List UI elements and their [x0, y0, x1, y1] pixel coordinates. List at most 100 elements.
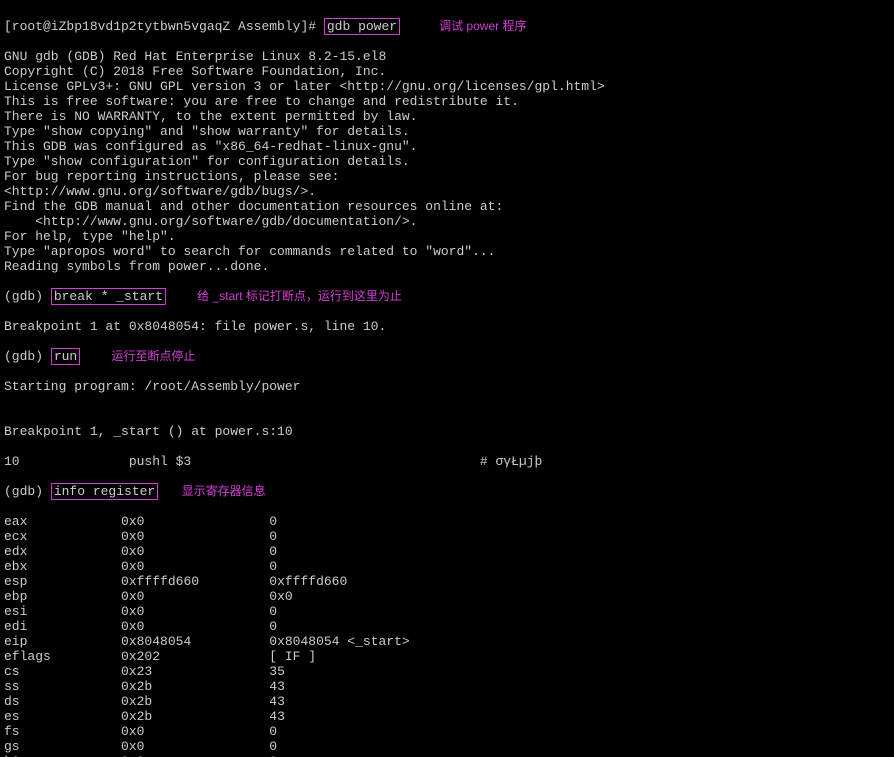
reg-hex: 0x0 — [121, 559, 269, 574]
reg-name: ds — [4, 694, 121, 709]
reg-name: cs — [4, 664, 121, 679]
bp-hit-line: Breakpoint 1, _start () at power.s:10 — [4, 424, 890, 439]
cmd-run: run — [51, 348, 80, 365]
reg-name: eip — [4, 634, 121, 649]
reg-val: 0 — [269, 604, 277, 619]
note-run: 运行至断点停止 — [111, 349, 195, 363]
intro-line: Copyright (C) 2018 Free Software Foundat… — [4, 64, 890, 79]
reg-hex: 0x0 — [121, 724, 269, 739]
intro-line: <http://www.gnu.org/software/gdb/documen… — [4, 214, 890, 229]
intro-line: GNU gdb (GDB) Red Hat Enterprise Linux 8… — [4, 49, 890, 64]
note-break: 给 _start 标记打断点，运行到这里为止 — [197, 289, 402, 303]
reg-name: ebp — [4, 589, 121, 604]
reg-name: fs — [4, 724, 121, 739]
reg-hex: 0x2b — [121, 694, 269, 709]
register-row: es 0x2b 43 — [4, 709, 890, 724]
reg-val: [ IF ] — [269, 649, 316, 664]
reg-name: ss — [4, 679, 121, 694]
reg-hex: 0x202 — [121, 649, 269, 664]
reg-name: es — [4, 709, 121, 724]
intro-line: Type "apropos word" to search for comman… — [4, 244, 890, 259]
reg-hex: 0x0 — [121, 544, 269, 559]
gdb-info-line[interactable]: (gdb) info register 显示寄存器信息 — [4, 484, 890, 499]
intro-line: Type "show configuration" for configurat… — [4, 154, 890, 169]
reg-name: eax — [4, 514, 121, 529]
register-row: ebp 0x0 0x0 — [4, 589, 890, 604]
register-row: gs 0x0 0 — [4, 739, 890, 754]
shell-prompt-line[interactable]: [root@iZbp18vd1p2tytbwn5vgaqZ Assembly]#… — [4, 19, 890, 34]
reg-val: 0x8048054 <_start> — [269, 634, 409, 649]
register-row: ss 0x2b 43 — [4, 679, 890, 694]
register-row: edx 0x0 0 — [4, 544, 890, 559]
reg-name: ebx — [4, 559, 121, 574]
reg-val: 43 — [269, 709, 285, 724]
reg-hex: 0x0 — [121, 604, 269, 619]
intro-line: For bug reporting instructions, please s… — [4, 169, 890, 184]
note-info-reg: 显示寄存器信息 — [182, 484, 266, 498]
gdb-run-line[interactable]: (gdb) run 运行至断点停止 — [4, 349, 890, 364]
reg-val: 0 — [269, 529, 277, 544]
reg-hex: 0x2b — [121, 679, 269, 694]
register-row: esp 0xffffd660 0xffffd660 — [4, 574, 890, 589]
cmd-break-start: break * _start — [51, 288, 166, 305]
reg-hex: 0x23 — [121, 664, 269, 679]
reg-hex: 0x0 — [121, 589, 269, 604]
register-row: cs 0x23 35 — [4, 664, 890, 679]
intro-line: Reading symbols from power...done. — [4, 259, 890, 274]
reg-hex: 0x0 — [121, 514, 269, 529]
intro-line: Find the GDB manual and other documentat… — [4, 199, 890, 214]
reg-name: esp — [4, 574, 121, 589]
reg-name: edx — [4, 544, 121, 559]
intro-line: Type "show copying" and "show warranty" … — [4, 124, 890, 139]
register-row: eax 0x0 0 — [4, 514, 890, 529]
register-row: ebx 0x0 0 — [4, 559, 890, 574]
register-row: ecx 0x0 0 — [4, 529, 890, 544]
register-row: edi 0x0 0 — [4, 619, 890, 634]
reg-val: 0 — [269, 724, 277, 739]
reg-val: 0xffffd660 — [269, 574, 347, 589]
src-line: 10 pushl $3 # σγŁµjþ — [4, 454, 890, 469]
reg-hex: 0x0 — [121, 619, 269, 634]
reg-val: 43 — [269, 679, 285, 694]
reg-val: 0 — [269, 514, 277, 529]
register-row: fs 0x0 0 — [4, 724, 890, 739]
register-row: eflags 0x202 [ IF ] — [4, 649, 890, 664]
note-gdb-power: 调试 power 程序 — [439, 19, 526, 33]
terminal[interactable]: [root@iZbp18vd1p2tytbwn5vgaqZ Assembly]#… — [0, 0, 894, 757]
reg-hex: 0x0 — [121, 529, 269, 544]
reg-val: 35 — [269, 664, 285, 679]
reg-val: 0 — [269, 544, 277, 559]
reg-name: esi — [4, 604, 121, 619]
break-output: Breakpoint 1 at 0x8048054: file power.s,… — [4, 319, 890, 334]
intro-line: For help, type "help". — [4, 229, 890, 244]
reg-name: eflags — [4, 649, 121, 664]
intro-line: License GPLv3+: GNU GPL version 3 or lat… — [4, 79, 890, 94]
cmd-gdb-power: gdb power — [324, 18, 400, 35]
intro-line: <http://www.gnu.org/software/gdb/bugs/>. — [4, 184, 890, 199]
run-output: Starting program: /root/Assembly/power — [4, 379, 890, 394]
reg-val: 0 — [269, 739, 277, 754]
gdb-prompt: (gdb) — [4, 349, 51, 364]
gdb-break-line[interactable]: (gdb) break * _start 给 _start 标记打断点，运行到这… — [4, 289, 890, 304]
intro-line: This GDB was configured as "x86_64-redha… — [4, 139, 890, 154]
intro-line: This is free software: you are free to c… — [4, 94, 890, 109]
reg-hex: 0x2b — [121, 709, 269, 724]
register-row: ds 0x2b 43 — [4, 694, 890, 709]
gdb-prompt: (gdb) — [4, 484, 51, 499]
reg-name: gs — [4, 739, 121, 754]
reg-name: ecx — [4, 529, 121, 544]
reg-hex: 0x8048054 — [121, 634, 269, 649]
register-row: esi 0x0 0 — [4, 604, 890, 619]
reg-hex: 0x0 — [121, 739, 269, 754]
reg-name: edi — [4, 619, 121, 634]
reg-val: 0 — [269, 619, 277, 634]
register-row: eip 0x8048054 0x8048054 <_start> — [4, 634, 890, 649]
reg-hex: 0xffffd660 — [121, 574, 269, 589]
reg-val: 43 — [269, 694, 285, 709]
gdb-prompt: (gdb) — [4, 289, 51, 304]
reg-val: 0 — [269, 559, 277, 574]
cmd-info-register: info register — [51, 483, 158, 500]
shell-prompt: [root@iZbp18vd1p2tytbwn5vgaqZ Assembly]# — [4, 19, 324, 34]
intro-line: There is NO WARRANTY, to the extent perm… — [4, 109, 890, 124]
reg-val: 0x0 — [269, 589, 292, 604]
